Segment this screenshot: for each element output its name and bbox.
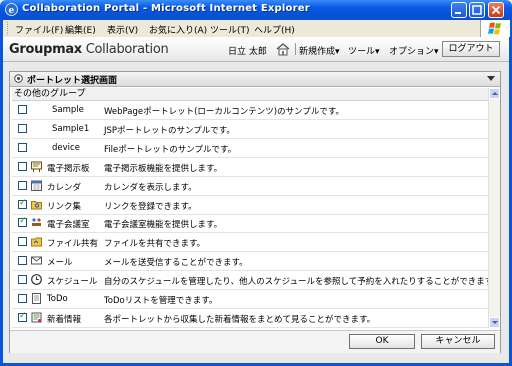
portlet-name: ファイル共有 bbox=[47, 239, 99, 250]
header-separator bbox=[295, 43, 296, 55]
mail-icon bbox=[31, 255, 42, 266]
portlet-description: Fileポートレットのサンプルです。 bbox=[104, 144, 237, 155]
menu-tools[interactable]: ツール(T) bbox=[210, 23, 250, 36]
windows-flag-icon bbox=[488, 22, 501, 35]
portlet-checkbox[interactable] bbox=[18, 198, 27, 209]
portlet-checkbox[interactable] bbox=[18, 294, 27, 303]
logout-button[interactable]: ログアウト bbox=[442, 41, 500, 57]
menu-help[interactable]: ヘルプ(H) bbox=[254, 23, 295, 36]
portlet-row[interactable]: 電子掲示板 電子掲示板機能を提供します。 bbox=[12, 158, 488, 177]
portlet-row[interactable]: メール メールを送受信することができます。 bbox=[12, 252, 488, 272]
new-create-menu[interactable]: 新規作成▾ bbox=[299, 44, 340, 57]
portlet-name: メール bbox=[47, 258, 73, 269]
toolbar-grip[interactable] bbox=[7, 22, 11, 35]
portlet-description: JSPポートレットのサンプルです。 bbox=[104, 125, 235, 136]
portlet-checkbox[interactable] bbox=[18, 123, 27, 133]
portlet-row[interactable]: ファイル共有 ファイルを共有できます。 bbox=[12, 233, 488, 253]
portlet-name: ToDo bbox=[47, 294, 68, 304]
portlet-row[interactable]: ToDo ToDoリストを管理できます。 bbox=[12, 290, 488, 309]
menu-favorites[interactable]: お気に入り(A) bbox=[149, 23, 207, 36]
portlet-description: 各ポートレットから収集した新着情報をまとめて見ることができます。 bbox=[104, 314, 376, 325]
close-button[interactable] bbox=[488, 2, 504, 18]
vertical-scrollbar[interactable] bbox=[488, 88, 500, 328]
portlet-description: カレンダを表示します。 bbox=[104, 182, 197, 193]
portlet-description: 自分のスケジュールを管理したり、他人のスケジュールを参照して予約を入れたりするこ… bbox=[104, 277, 501, 288]
cancel-button[interactable]: キャンセル bbox=[421, 334, 495, 349]
menu-file[interactable]: ファイル(F) bbox=[15, 23, 63, 36]
maximize-button[interactable] bbox=[469, 2, 485, 18]
blank-icon bbox=[31, 142, 42, 153]
portlet-name: Sample bbox=[52, 105, 84, 115]
blank-icon bbox=[31, 123, 42, 134]
portlet-row[interactable]: Sample1 JSPポートレットのサンプルです。 bbox=[12, 120, 488, 139]
news-icon bbox=[31, 312, 42, 323]
portlet-name: 電子会議室 bbox=[47, 220, 90, 231]
portlet-name: device bbox=[52, 142, 80, 153]
portlet-name: 新着情報 bbox=[47, 314, 82, 325]
portlet-row[interactable]: device Fileポートレットのサンプルです。 bbox=[12, 139, 488, 158]
window-titlebar: e Collaboration Portal - Microsoft Inter… bbox=[0, 0, 512, 20]
portlet-description: WebPageポートレット(ローカルコンテンツ)のサンプルです。 bbox=[104, 107, 344, 117]
home-icon[interactable] bbox=[275, 42, 291, 56]
portlet-row[interactable]: リンク集 リンクを登録できます。 bbox=[12, 196, 488, 215]
window-title: Collaboration Portal - Microsoft Interne… bbox=[22, 3, 310, 14]
scroll-down-icon[interactable] bbox=[489, 317, 500, 328]
groupmax-header: Groupmax Collaboration 日立 太郎 新規作成▾ ツール▾ … bbox=[3, 38, 509, 62]
portlet-checkbox[interactable] bbox=[18, 311, 27, 322]
portlet-row[interactable]: Sample WebPageポートレット(ローカルコンテンツ)のサンプルです。 bbox=[12, 101, 488, 120]
portlet-description: ToDoリストを管理できます。 bbox=[104, 296, 218, 306]
portlet-row[interactable]: 電子会議室 電子会議室機能を提供します。 bbox=[12, 214, 488, 234]
portlet-checkbox[interactable] bbox=[18, 256, 27, 266]
clock-icon bbox=[31, 274, 42, 285]
portlet-name: Sample1 bbox=[52, 123, 90, 134]
portlet-name: 電子掲示板 bbox=[47, 163, 90, 174]
portlet-select-dialog: ポートレット選択画面 その他のグループ Sample WebPageポートレット(… bbox=[9, 71, 501, 353]
portlet-name: リンク集 bbox=[47, 201, 82, 212]
tools-menu[interactable]: ツール▾ bbox=[348, 44, 380, 57]
portlet-description: 電子掲示板機能を提供します。 bbox=[104, 163, 223, 174]
portlet-checkbox[interactable] bbox=[18, 275, 27, 285]
todo-icon bbox=[31, 293, 42, 304]
portlet-name: カレンダ bbox=[47, 182, 82, 193]
portlet-checkbox[interactable] bbox=[18, 180, 27, 190]
portlet-description: 電子会議室機能を提供します。 bbox=[104, 220, 223, 231]
calendar-icon bbox=[31, 180, 42, 191]
blank-icon bbox=[31, 104, 42, 115]
portlet-description: ファイルを共有できます。 bbox=[104, 239, 206, 250]
meeting-room-icon bbox=[31, 217, 42, 228]
portlet-list: その他のグループ Sample WebPageポートレット(ローカルコンテンツ)の… bbox=[12, 88, 501, 328]
brand-logo: Groupmax Collaboration bbox=[9, 42, 169, 57]
link-folder-icon bbox=[31, 199, 42, 210]
file-share-icon bbox=[31, 236, 42, 247]
portlet-checkbox[interactable] bbox=[18, 216, 27, 228]
portlet-checkbox[interactable] bbox=[18, 105, 27, 114]
portlet-name: スケジュール bbox=[47, 277, 98, 288]
collapse-icon[interactable] bbox=[487, 76, 495, 81]
ie-app-icon: e bbox=[5, 3, 18, 16]
menu-view[interactable]: 表示(V) bbox=[107, 23, 138, 36]
portlet-row[interactable]: カレンダ カレンダを表示します。 bbox=[12, 177, 488, 196]
svg-text:e: e bbox=[9, 6, 15, 16]
minimize-button[interactable] bbox=[451, 2, 467, 18]
portlet-checkbox[interactable] bbox=[18, 237, 27, 247]
scroll-up-icon[interactable] bbox=[489, 88, 500, 99]
group-header: その他のグループ bbox=[12, 88, 490, 101]
windows-logo bbox=[480, 20, 510, 37]
dialog-title: ポートレット選択画面 bbox=[27, 76, 118, 86]
options-menu[interactable]: オプション▾ bbox=[389, 44, 439, 57]
dialog-button-bar: OK キャンセル bbox=[10, 330, 500, 353]
menu-bar: ファイル(F) 編集(E) 表示(V) お気に入り(A) ツール(T) ヘルプ(… bbox=[3, 20, 509, 38]
portlet-row[interactable]: スケジュール 自分のスケジュールを管理したり、他人のスケジュールを参照して予約を入… bbox=[12, 271, 501, 291]
dialog-header: ポートレット選択画面 bbox=[10, 72, 500, 87]
user-name: 日立 太郎 bbox=[228, 47, 267, 57]
portlet-checkbox[interactable] bbox=[18, 161, 27, 171]
circle-icon bbox=[14, 74, 23, 83]
ok-button[interactable]: OK bbox=[349, 334, 415, 349]
portlet-row[interactable]: 新着情報 各ポートレットから収集した新着情報をまとめて見ることができます。 bbox=[12, 309, 488, 328]
menu-edit[interactable]: 編集(E) bbox=[65, 23, 96, 36]
portlet-description: リンクを登録できます。 bbox=[104, 201, 197, 212]
bulletin-board-icon bbox=[31, 161, 42, 172]
portlet-description: メールを送受信することができます。 bbox=[104, 258, 248, 269]
portlet-checkbox[interactable] bbox=[18, 142, 27, 152]
